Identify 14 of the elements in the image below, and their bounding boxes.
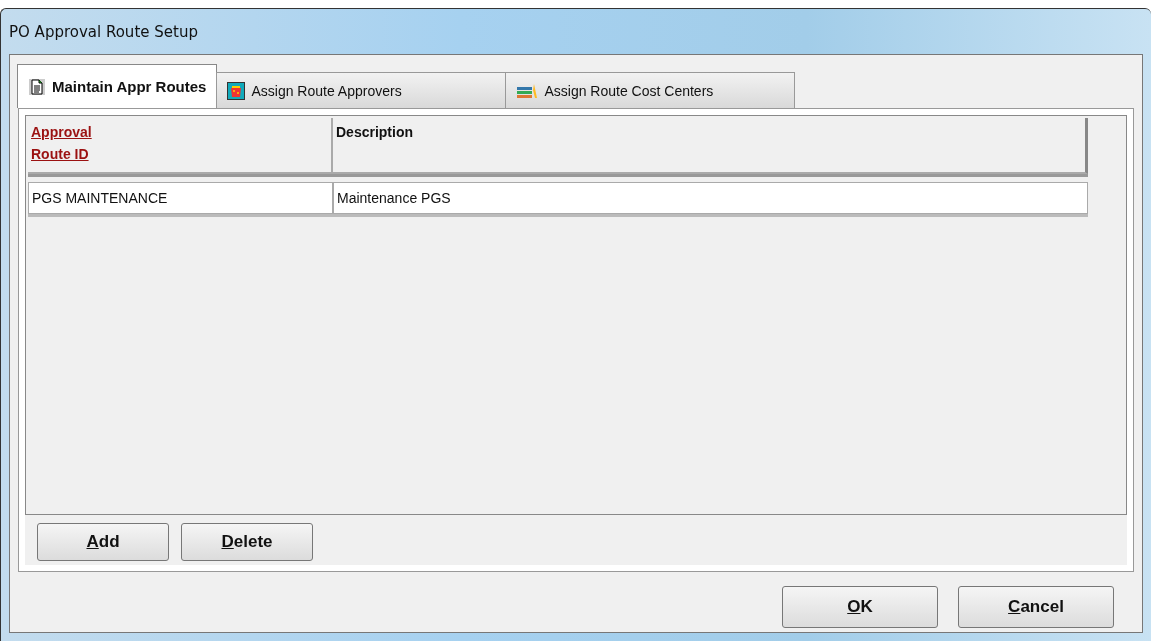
action-button[interactable]: Delete bbox=[181, 523, 313, 561]
action-button[interactable]: Add bbox=[37, 523, 169, 561]
window-title: PO Approval Route Setup bbox=[9, 22, 198, 41]
dialog-button[interactable]: Cancel bbox=[958, 586, 1114, 628]
dialog-button[interactable]: OK bbox=[782, 586, 938, 628]
table-cell: PGS MAINTENANCE bbox=[28, 182, 333, 214]
table-cell: Maintenance PGS bbox=[333, 182, 1088, 214]
tab[interactable]: Assign Route Cost Centers bbox=[505, 72, 796, 108]
tab[interactable]: Maintain Appr Routes bbox=[17, 64, 218, 108]
basket-icon bbox=[227, 81, 246, 100]
column-header[interactable]: Approval Route ID bbox=[28, 118, 333, 174]
document-icon bbox=[28, 77, 46, 96]
column-header[interactable]: Description bbox=[333, 118, 1088, 174]
tab[interactable]: Assign Route Approvers bbox=[216, 72, 507, 108]
